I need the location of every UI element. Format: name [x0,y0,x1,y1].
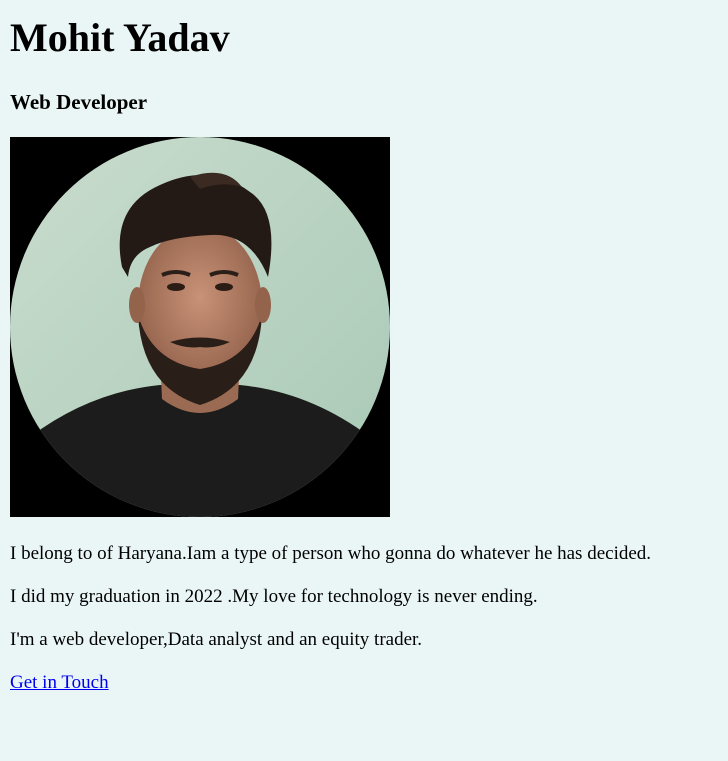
bio-line-1: I belong to of Haryana.Iam a type of per… [10,543,652,564]
get-in-touch-link[interactable]: Get in Touch [10,672,109,694]
profile-photo-icon [10,137,390,517]
bio-line-2: I did my graduation in 2022 .My love for… [10,586,538,607]
profile-name: Mohit Yadav [10,15,230,60]
profile-photo [10,137,390,517]
profile-role: Web Developer [10,90,148,114]
bio-line-3: I'm a web developer,Data analyst and an … [10,629,423,650]
page: Mohit Yadav Web Developer I belong to of… [0,15,728,694]
